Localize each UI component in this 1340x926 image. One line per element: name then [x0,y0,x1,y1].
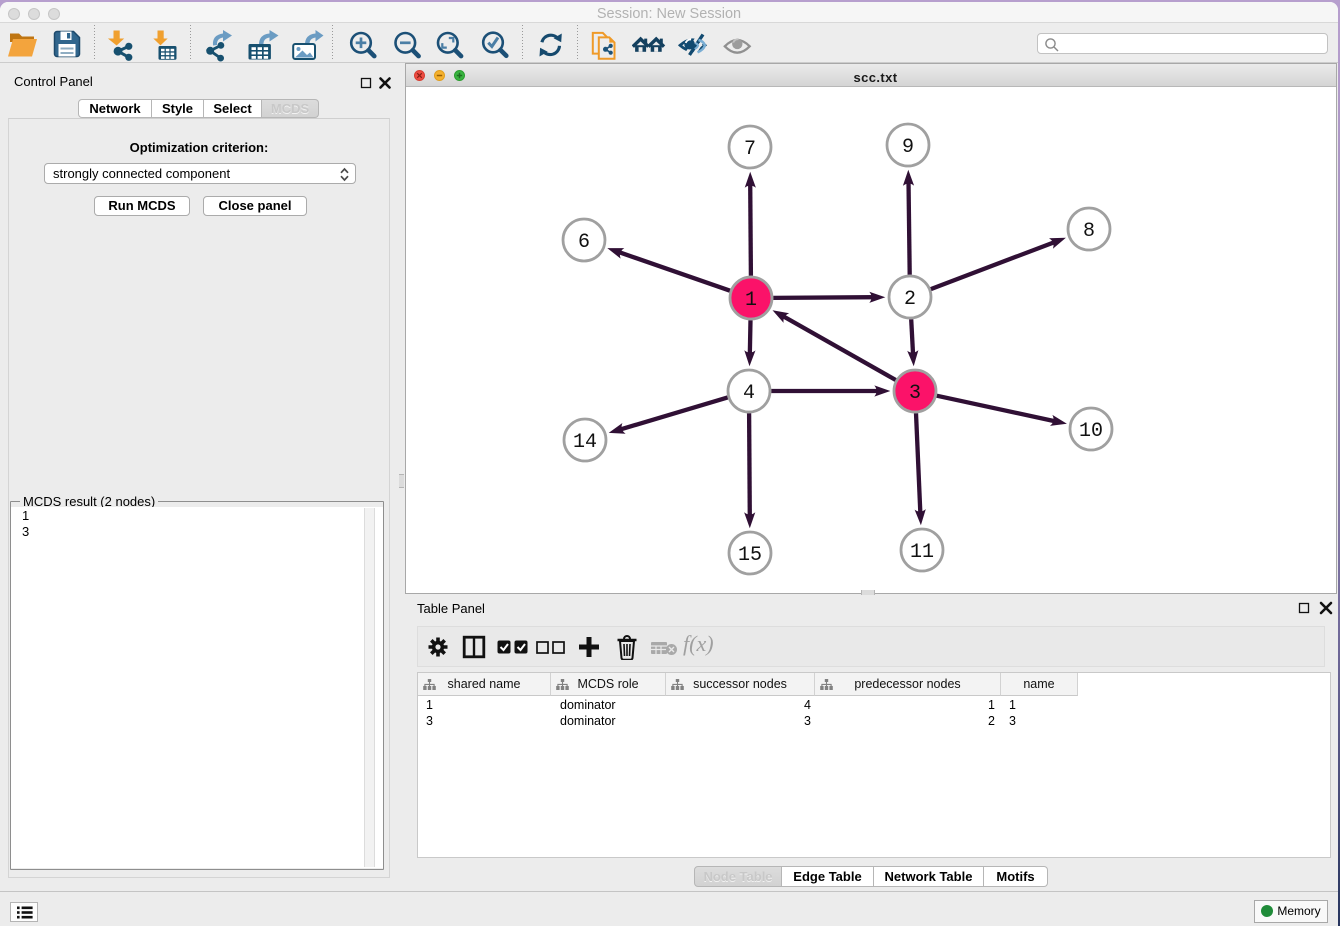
svg-text:9: 9 [902,136,914,159]
svg-text:3: 3 [909,382,921,405]
svg-text:6: 6 [578,231,590,254]
svg-text:4: 4 [743,382,755,405]
svg-text:11: 11 [910,541,934,564]
svg-text:10: 10 [1079,420,1103,443]
svg-text:1: 1 [745,289,757,312]
svg-text:7: 7 [744,138,756,161]
svg-text:8: 8 [1083,220,1095,243]
svg-text:15: 15 [738,544,762,567]
svg-text:14: 14 [573,431,597,454]
svg-text:2: 2 [904,288,916,311]
